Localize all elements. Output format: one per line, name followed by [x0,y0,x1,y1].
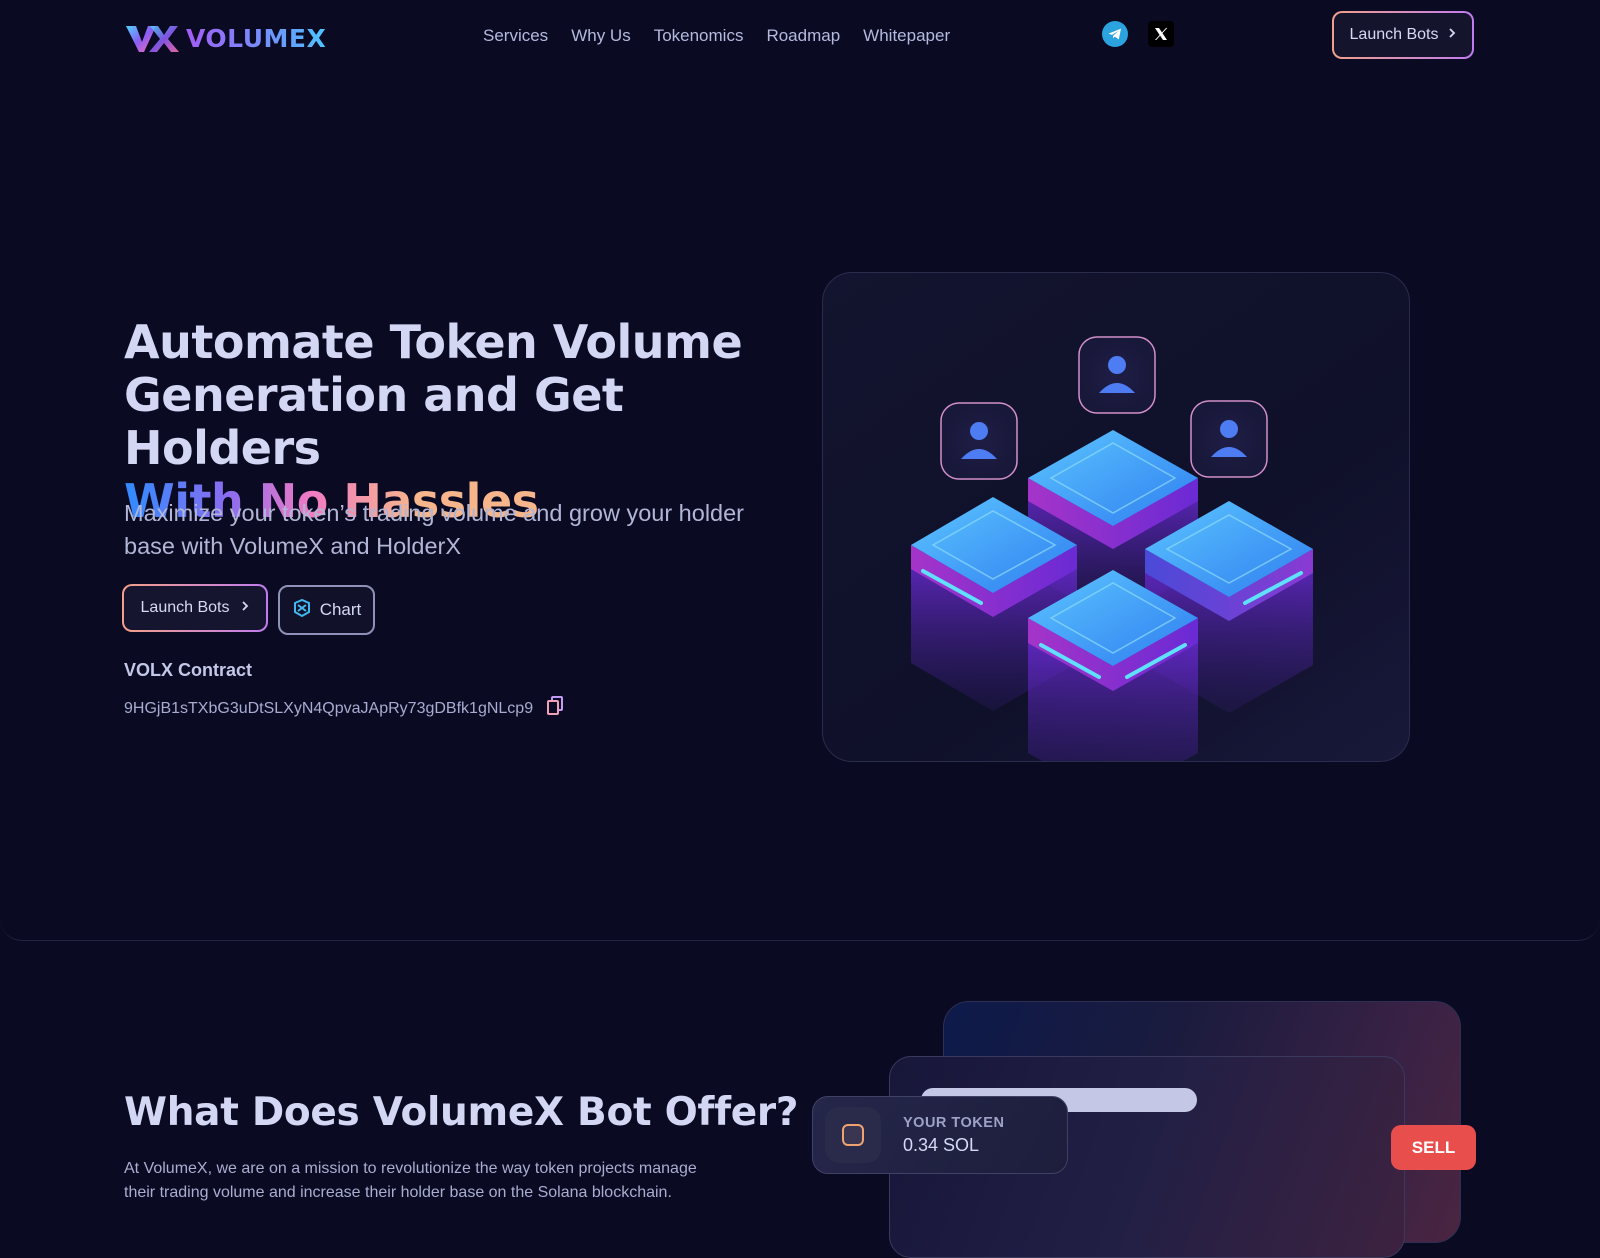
dexscreener-icon [292,598,312,623]
telegram-icon[interactable] [1102,21,1128,47]
copy-icon[interactable] [545,695,565,722]
nav-roadmap[interactable]: Roadmap [766,24,840,48]
contract-address-row: 9HGjB1sTXbG3uDtSLXyN4QpvaJApRy73gDBfk1gN… [124,695,565,722]
launch-bots-button[interactable]: Launch Bots [122,584,268,632]
hero-illustration-panel [822,272,1410,762]
hero-title-line2: Generation and Get Holders [124,368,624,475]
volumex-logo-icon [126,26,179,52]
logo-text: VOLUMEX [186,23,327,53]
token-icon [825,1107,881,1163]
user-avatar-icon [1078,336,1156,414]
contract-address: 9HGjB1sTXbG3uDtSLXyN4QpvaJApRy73gDBfk1gN… [124,699,534,717]
hero-section: VOLUMEX Services Why Us Tokenomics Roadm… [0,0,1600,941]
server-stack-illustration [911,336,1313,761]
nav-services[interactable]: Services [483,24,548,48]
chevron-right-icon [241,599,249,617]
chart-button[interactable]: Chart [278,585,375,635]
chart-label: Chart [319,600,362,619]
hero-title-line1: Automate Token Volume [124,315,743,369]
chevron-right-icon [1448,26,1456,44]
offer-text: At VolumeX, we are on a mission to revol… [124,1160,697,1201]
contract-label: VOLX Contract [124,660,253,680]
launch-bots-label: Launch Bots [140,599,230,616]
token-label: YOUR TOKEN [903,1114,1005,1131]
token-value: 0.34 SOL [903,1134,980,1155]
x-icon[interactable] [1148,21,1174,47]
token-card: YOUR TOKEN 0.34 SOL [812,1096,1068,1174]
launch-bots-header-label: Launch Bots [1349,26,1439,43]
user-avatar-icon [1190,400,1268,478]
offer-title: What Does VolumeX Bot Offer? [124,1090,799,1135]
hero-subtitle: Maximize your token’s trading volume and… [124,500,745,559]
main-nav: Services Why Us Tokenomics Roadmap White… [483,24,973,48]
logo[interactable]: VOLUMEX [124,20,326,56]
nav-why-us[interactable]: Why Us [571,24,631,48]
sell-button[interactable]: SELL [1391,1125,1476,1170]
user-avatar-icon [940,402,1018,480]
nav-tokenomics[interactable]: Tokenomics [654,24,744,48]
launch-bots-header-button[interactable]: Launch Bots [1332,11,1474,59]
nav-whitepaper[interactable]: Whitepaper [863,24,950,48]
